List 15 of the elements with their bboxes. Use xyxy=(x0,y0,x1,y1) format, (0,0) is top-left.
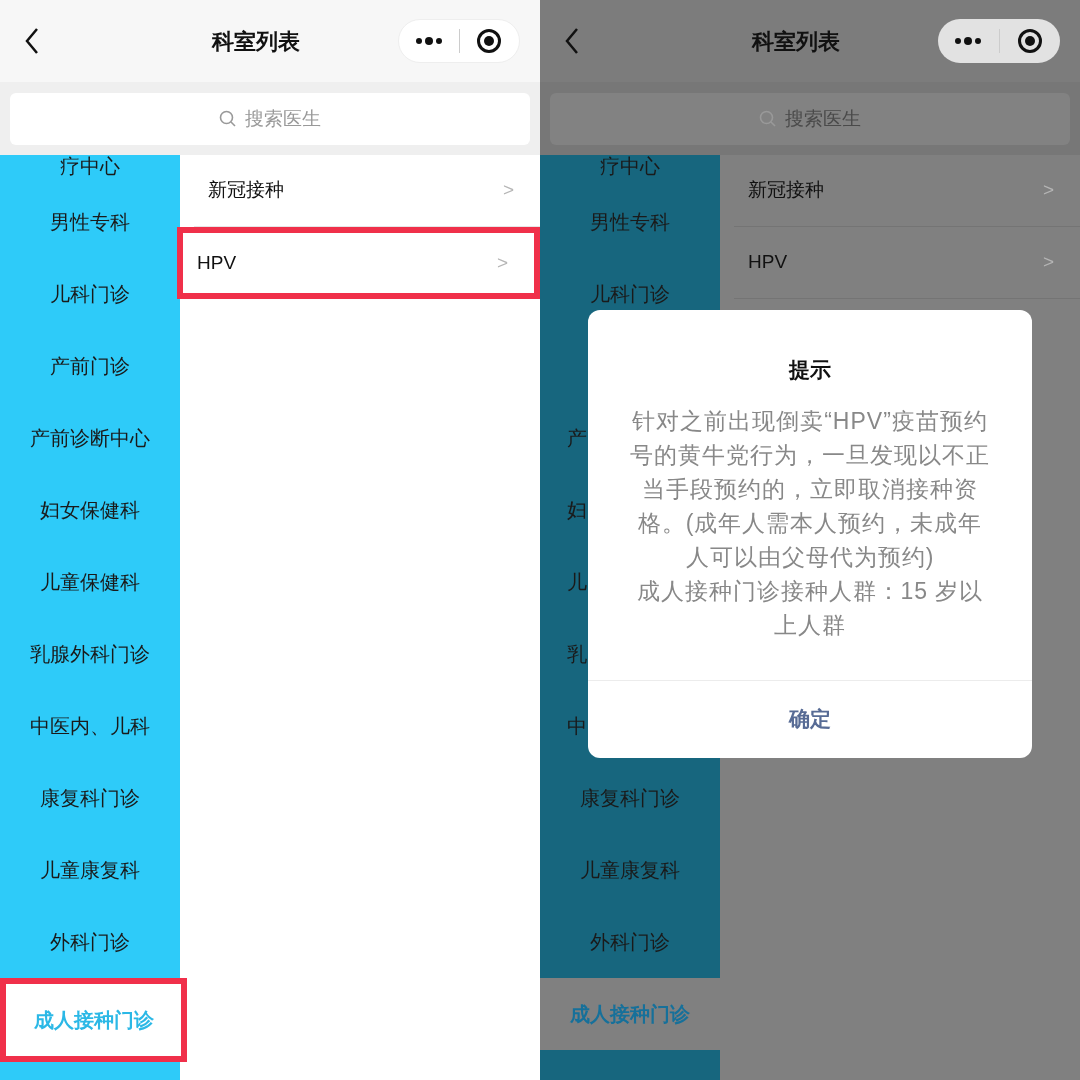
dialog-message: 针对之前出现倒卖“HPV”疫苗预约号的黄牛党行为，一旦发现以不正当手段预约的，立即取消接种资格。(成年人需本人预约，未成年人可以由父母代为预约) xyxy=(629,406,991,572)
page-title: 科室列表 xyxy=(212,27,300,56)
page-title: 科室列表 xyxy=(752,27,840,56)
vaccine-label: HPV xyxy=(748,250,788,275)
search-placeholder: 搜索医生 xyxy=(245,106,321,131)
search-placeholder: 搜索医生 xyxy=(785,106,861,131)
dialog-title: 提示 xyxy=(789,357,831,383)
chevron-text: > xyxy=(496,250,508,275)
chevron-text: > xyxy=(1042,178,1054,203)
vaccine-label: HPV xyxy=(197,250,237,275)
chevron-text: > xyxy=(502,178,514,203)
chevron-text: > xyxy=(1042,250,1054,275)
vaccine-label: 新冠接种 xyxy=(208,178,284,203)
dialog-message: 成人接种门诊接种人群：15 岁以上人群 xyxy=(635,576,985,640)
vaccine-label: 新冠接种 xyxy=(748,178,824,203)
